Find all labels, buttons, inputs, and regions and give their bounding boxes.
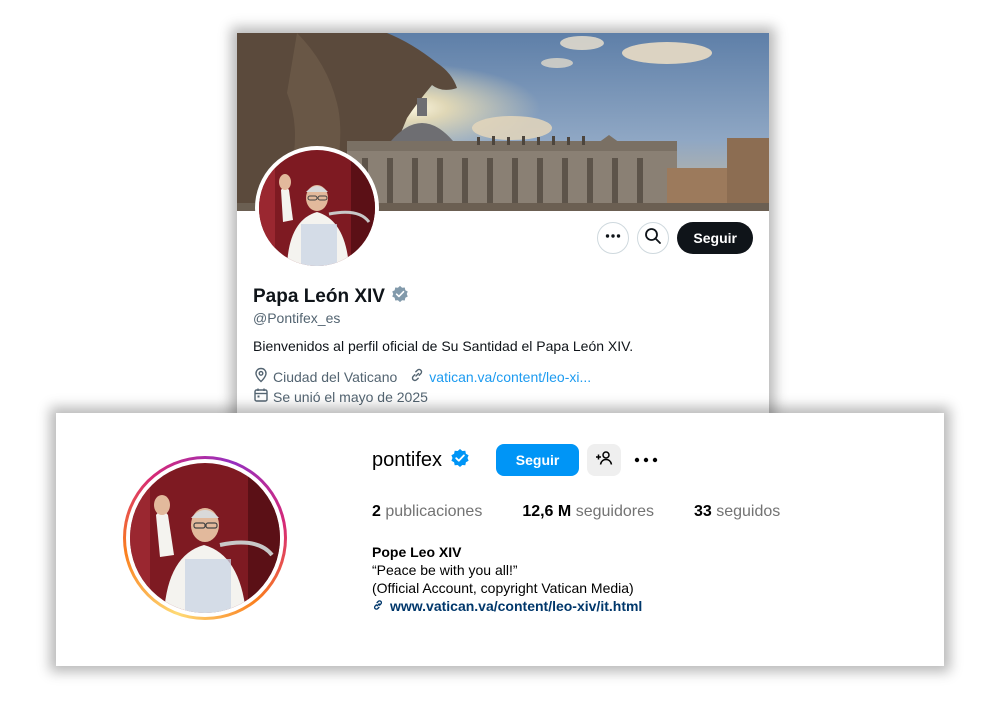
link-icon: [372, 597, 384, 615]
bio-link-text[interactable]: www.vatican.va/content/leo-xiv/it.html: [390, 597, 642, 615]
following-count[interactable]: 33 seguidos: [694, 503, 780, 521]
joined-text: Se unió el mayo de 2025: [273, 388, 428, 405]
add-person-icon: [595, 449, 613, 472]
location-text: Ciudad del Vaticano: [273, 368, 398, 385]
follow-button[interactable]: Seguir: [496, 444, 580, 476]
search-profile-button[interactable]: [637, 222, 670, 254]
bio-name: Pope Leo XIV: [372, 544, 462, 560]
follow-button[interactable]: Seguir: [677, 222, 753, 254]
calendar-icon: [253, 387, 269, 406]
search-icon: [644, 227, 662, 250]
website-item[interactable]: vatican.va/content/leo-xi...: [409, 367, 591, 386]
joined-row: Se unió el mayo de 2025: [253, 387, 440, 406]
link-icon: [409, 367, 425, 386]
story-ring[interactable]: [123, 456, 287, 620]
display-name: Papa León XIV: [253, 285, 385, 307]
more-options-button[interactable]: [633, 444, 659, 476]
profile-header-row: pontifex Seguir: [372, 444, 659, 476]
x-profile-card: Seguir Papa León XIV @Pontifex_es Bienve…: [237, 33, 769, 418]
followers-count[interactable]: 12,6 M seguidores: [522, 503, 654, 521]
location-item: Ciudad del Vaticano: [253, 367, 397, 386]
more-options-button[interactable]: [597, 222, 630, 254]
website-link[interactable]: vatican.va/content/leo-xi...: [429, 369, 591, 385]
profile-bio: Bienvenidos al perfil oficial de Su Sant…: [253, 338, 634, 354]
profile-meta-row: Ciudad del Vaticano vatican.va/content/l…: [253, 367, 603, 386]
suggested-accounts-button[interactable]: [587, 444, 622, 476]
bio-line: “Peace be with you all!”: [372, 562, 518, 578]
bio-website-link[interactable]: www.vatican.va/content/leo-xiv/it.html: [372, 597, 642, 615]
profile-stats: 2 publicaciones 12,6 M seguidores 33 seg…: [372, 503, 820, 521]
profile-bio: Pope Leo XIV “Peace be with you all!” (O…: [372, 543, 642, 615]
profile-actions: Seguir: [597, 222, 753, 254]
profile-avatar[interactable]: [255, 146, 379, 270]
bio-line: (Official Account, copyright Vatican Med…: [372, 580, 634, 596]
instagram-profile-card: pontifex Seguir 2 publicaciones 12,6 M s…: [56, 413, 944, 666]
profile-handle: @Pontifex_es: [253, 310, 341, 326]
display-name-row: Papa León XIV: [253, 285, 409, 308]
profile-avatar[interactable]: [130, 463, 280, 613]
joined-item: Se unió el mayo de 2025: [253, 387, 428, 406]
verified-badge-icon[interactable]: [450, 448, 470, 473]
location-pin-icon: [253, 367, 269, 386]
more-horizontal-icon: [604, 227, 622, 250]
posts-count: 2 publicaciones: [372, 503, 483, 520]
more-horizontal-icon: [634, 451, 658, 469]
verified-badge-icon[interactable]: [391, 285, 409, 308]
username: pontifex: [372, 448, 443, 471]
